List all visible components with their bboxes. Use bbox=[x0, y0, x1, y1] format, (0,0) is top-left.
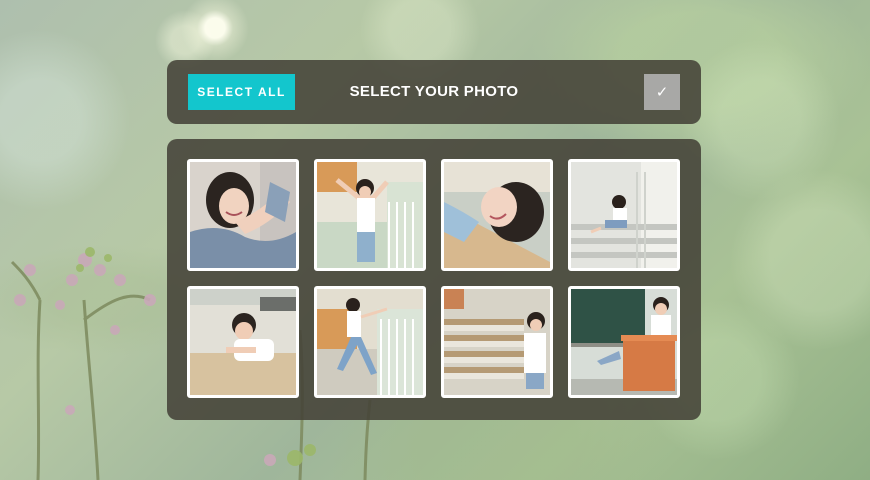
photo-image bbox=[317, 162, 423, 268]
photo-image bbox=[571, 162, 677, 268]
photo-image bbox=[571, 289, 677, 395]
page-title: SELECT YOUR PHOTO bbox=[349, 83, 519, 100]
photo-grid bbox=[167, 139, 701, 420]
photo-thumbnail[interactable] bbox=[441, 159, 553, 271]
confirm-button[interactable]: ✓ bbox=[644, 74, 680, 110]
photo-image bbox=[190, 162, 296, 268]
photo-image bbox=[190, 289, 296, 395]
photo-image bbox=[317, 289, 423, 395]
photo-thumbnail[interactable] bbox=[568, 159, 680, 271]
photo-thumbnail[interactable] bbox=[187, 286, 299, 398]
photo-image bbox=[444, 162, 550, 268]
photo-thumbnail[interactable] bbox=[314, 159, 426, 271]
photo-thumbnail[interactable] bbox=[314, 286, 426, 398]
select-all-button[interactable]: SELECT ALL bbox=[188, 74, 295, 110]
photo-thumbnail[interactable] bbox=[187, 159, 299, 271]
photo-image bbox=[444, 289, 550, 395]
photo-thumbnail[interactable] bbox=[441, 286, 553, 398]
header-bar: SELECT ALL SELECT YOUR PHOTO ✓ bbox=[167, 60, 701, 124]
check-icon: ✓ bbox=[655, 83, 669, 101]
photo-thumbnail[interactable] bbox=[568, 286, 680, 398]
